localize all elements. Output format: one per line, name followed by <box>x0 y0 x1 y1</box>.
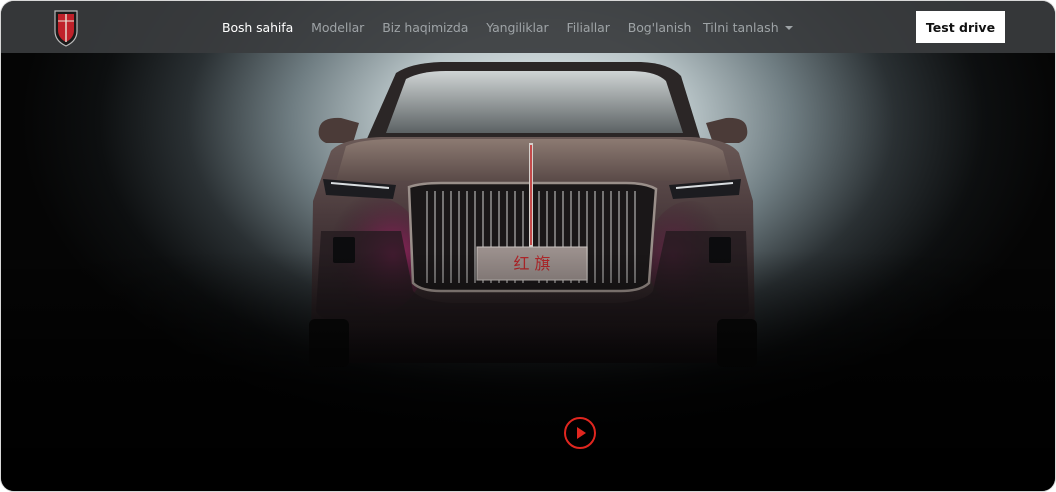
nav-item-news[interactable]: Yangiliklar <box>486 20 548 35</box>
nav-item-about[interactable]: Biz haqimizda <box>382 20 468 35</box>
hongqi-shield-logo-icon[interactable] <box>53 9 79 47</box>
language-dropdown-label: Tilni tanlash <box>703 19 779 35</box>
page-frame: 红 旗 Bosh sahifa Modellar Biz haqimizda Y… <box>0 0 1056 492</box>
play-icon <box>577 427 586 439</box>
hero-bottom-fade <box>1 251 1055 491</box>
nav-item-home[interactable]: Bosh sahifa <box>222 20 293 35</box>
chevron-down-icon <box>784 26 793 30</box>
test-drive-button[interactable]: Test drive <box>916 11 1005 43</box>
play-video-button[interactable] <box>564 417 596 449</box>
nav-item-models[interactable]: Modellar <box>311 20 364 35</box>
nav-item-contact[interactable]: Bog'lanish <box>628 20 692 35</box>
top-navbar: Bosh sahifa Modellar Biz haqimizda Yangi… <box>1 1 1055 53</box>
main-nav: Bosh sahifa Modellar Biz haqimizda Yangi… <box>222 1 709 53</box>
language-dropdown[interactable]: Tilni tanlash <box>703 1 793 53</box>
nav-item-branches[interactable]: Filiallar <box>567 20 610 35</box>
